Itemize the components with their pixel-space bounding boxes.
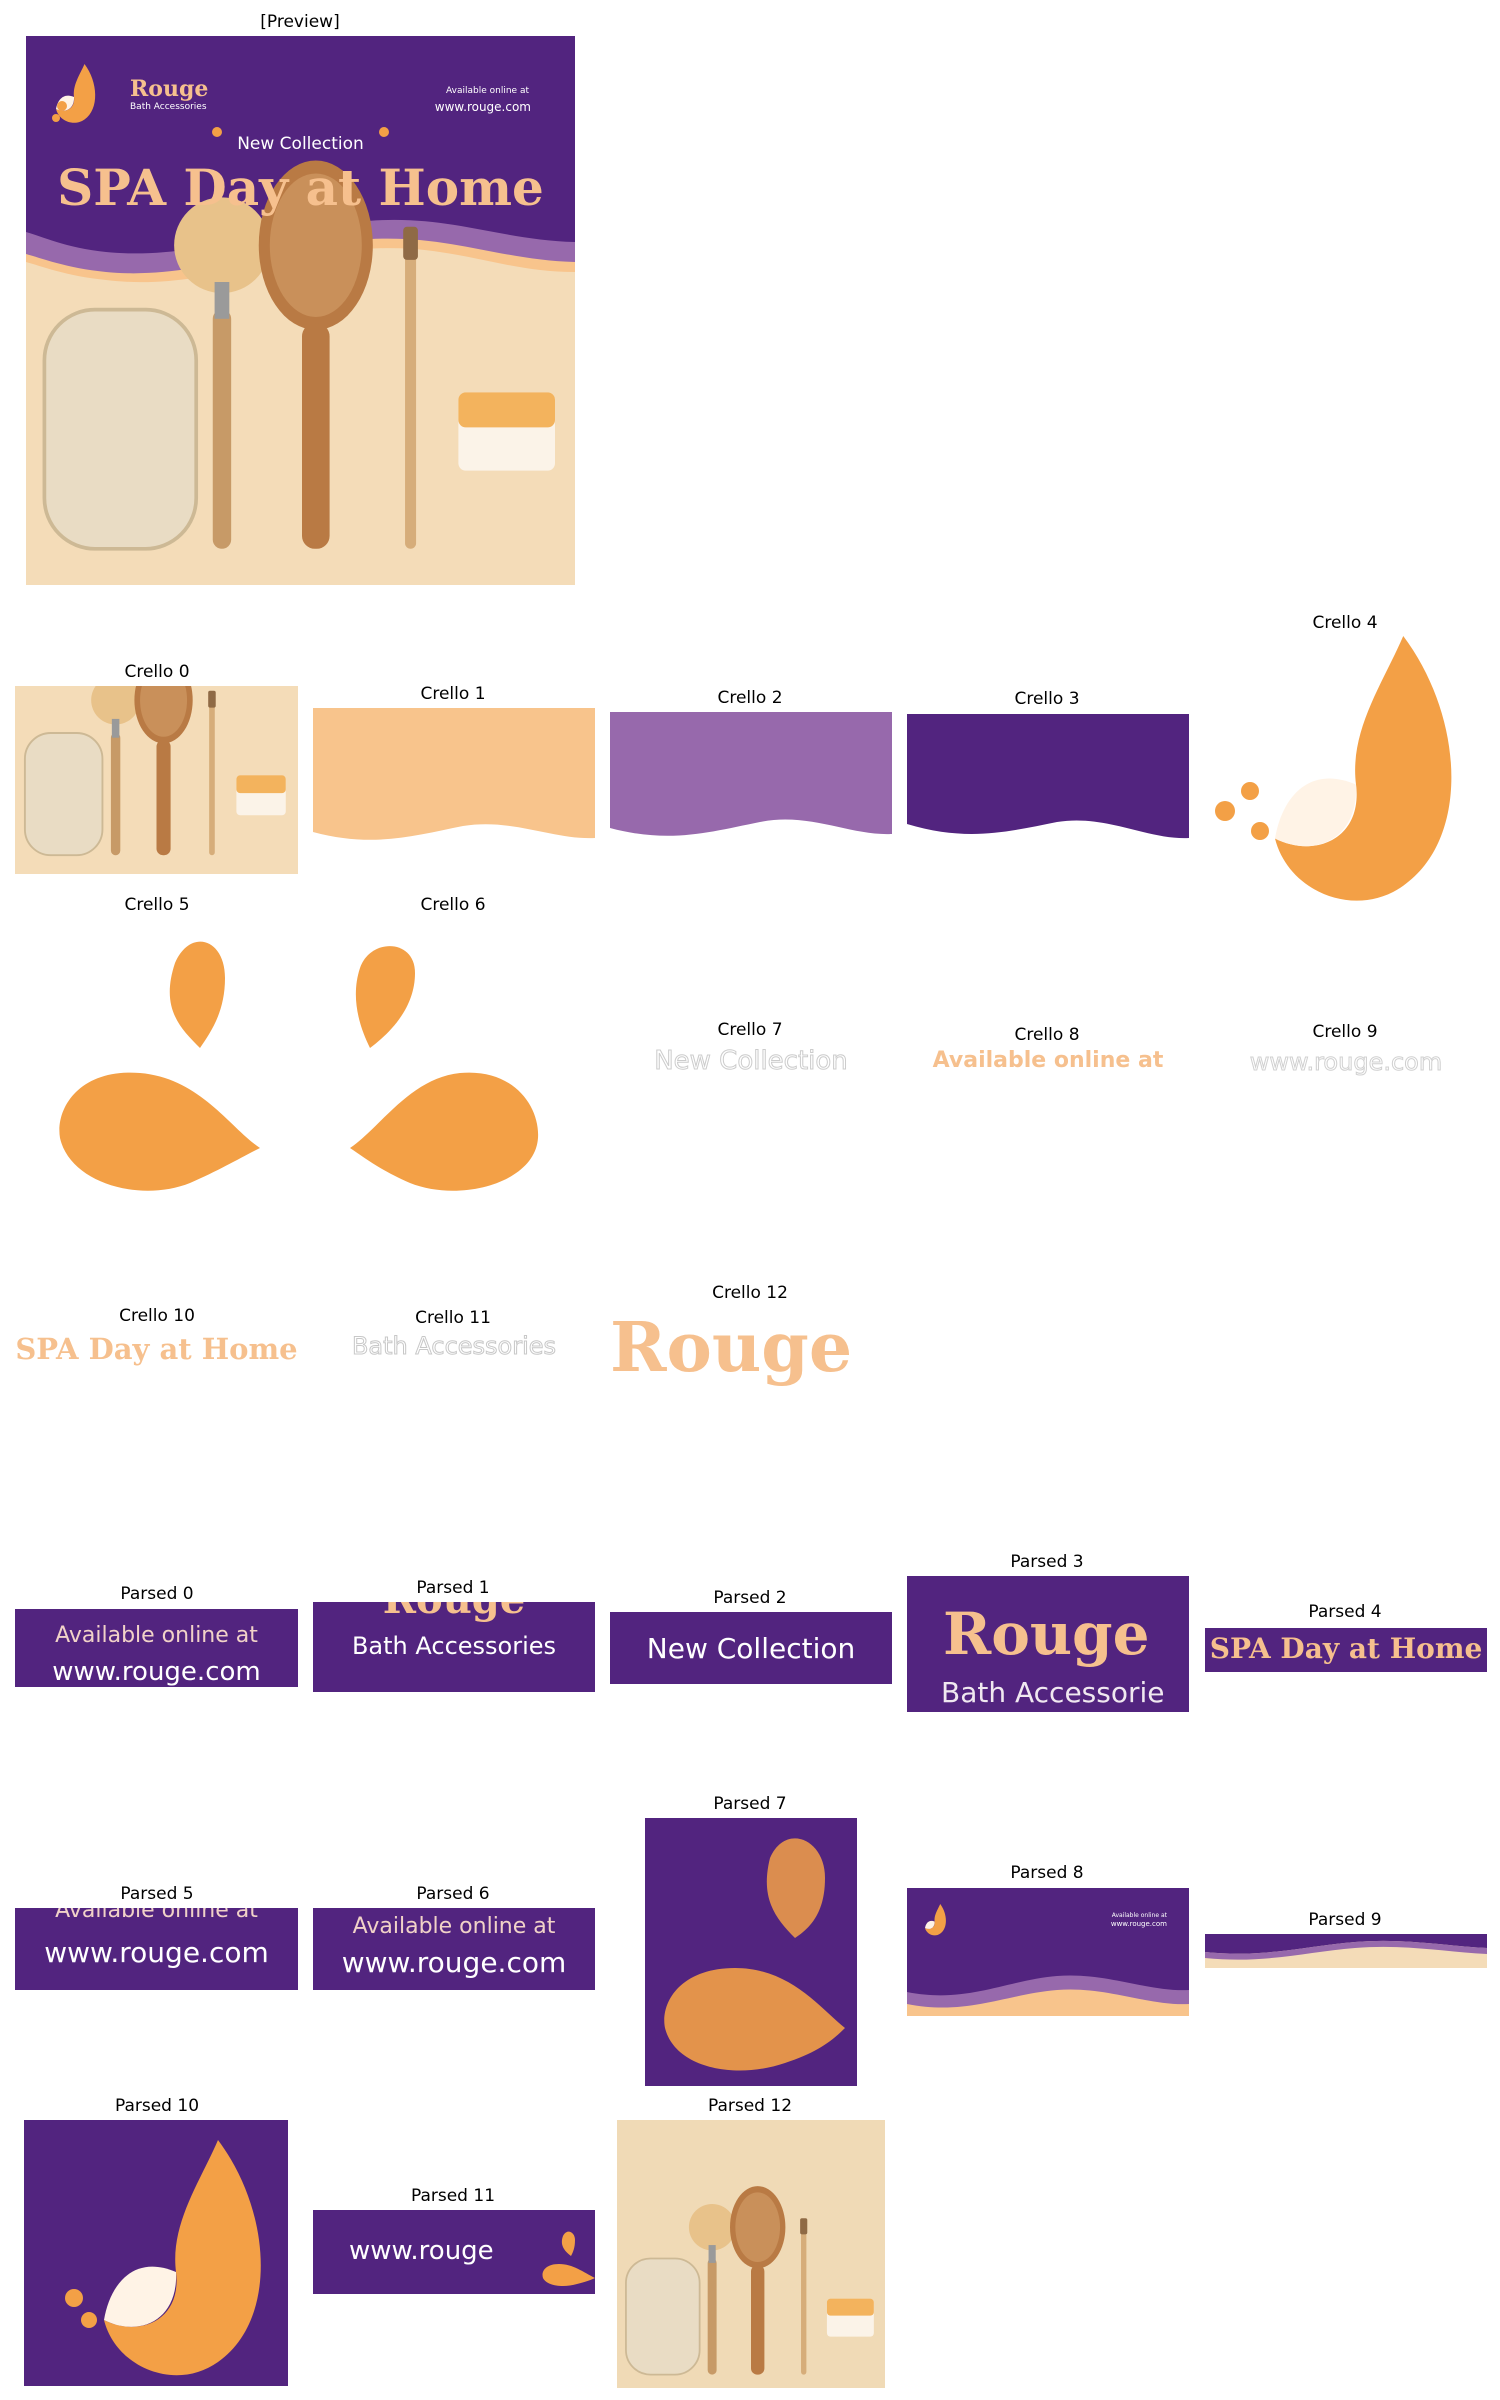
preview-brand-sub: Bath Accessories <box>130 102 207 112</box>
parsed-website-fragment: www.rouge <box>313 2210 595 2294</box>
crello-peach-wave <box>313 708 595 846</box>
crello-label: Crello 5 <box>124 895 190 915</box>
preview-available: Available online at <box>446 86 529 96</box>
crello-text-new-collection: New Collection <box>654 1046 849 1077</box>
crello-lavender-wave <box>610 712 892 842</box>
parsed-product-photo <box>617 2120 885 2388</box>
crello-product-photo <box>15 686 298 874</box>
parsed-label: Parsed 0 <box>120 1584 194 1604</box>
crello-label: Crello 0 <box>124 662 190 682</box>
parsed-website-b: Available online at www.rouge.com <box>313 1908 595 1990</box>
crello-text-headline: SPA Day at Home <box>15 1332 298 1366</box>
parsed-label: Parsed 10 <box>114 2096 200 2116</box>
parsed-brand-large: Rouge Bath Accessorie <box>907 1576 1189 1712</box>
crello-label: Crello 3 <box>1014 689 1080 709</box>
crello-label: Crello 10 <box>119 1306 195 1326</box>
crello-label: Crello 2 <box>717 688 783 708</box>
crello-logo-mark <box>1205 636 1485 916</box>
parsed-label: Parsed 6 <box>416 1884 490 1904</box>
crello-label: Crello 1 <box>420 684 486 704</box>
crello-label: Crello 8 <box>1014 1025 1080 1045</box>
parsed-headline: SPA Day at Home <box>1205 1628 1487 1672</box>
parsed-label: Parsed 3 <box>1010 1552 1084 1572</box>
crello-label: Crello 6 <box>420 895 486 915</box>
parsed-label: Parsed 9 <box>1308 1910 1382 1930</box>
parsed-label: Parsed 2 <box>713 1588 787 1608</box>
parsed-label: Parsed 12 <box>707 2096 793 2116</box>
crello-text-bath-accessories: Bath Accessories <box>351 1332 557 1361</box>
parsed-label: Parsed 1 <box>416 1578 490 1598</box>
parsed-label: Parsed 11 <box>410 2186 496 2206</box>
crello-label: Crello 4 <box>1312 613 1378 633</box>
parsed-brand: Rouge Bath Accessories <box>313 1602 595 1692</box>
preview-label: [Preview] <box>260 12 340 32</box>
crello-purple-wave <box>907 714 1189 842</box>
parsed-available-website: Available online at www.rouge.com <box>15 1609 298 1687</box>
parsed-new-collection: New Collection <box>610 1612 892 1684</box>
parsed-header-band: Available online at www.rouge.com <box>907 1888 1189 2016</box>
parsed-droplets <box>645 1818 857 2086</box>
parsed-label: Parsed 5 <box>120 1884 194 1904</box>
crello-text-available: Available online at <box>932 1048 1164 1073</box>
crello-label: Crello 9 <box>1312 1022 1378 1042</box>
crello-label: Crello 7 <box>717 1020 783 1040</box>
crello-text-website: www.rouge.com <box>1249 1048 1443 1077</box>
parsed-label: Parsed 7 <box>713 1794 787 1814</box>
crello-droplets-a <box>50 918 262 1208</box>
parsed-label: Parsed 8 <box>1010 1863 1084 1883</box>
crello-droplets-b <box>340 918 552 1208</box>
preview-headline: SPA Day at Home <box>57 158 544 217</box>
parsed-logo <box>24 2120 288 2386</box>
parsed-wave-strip <box>1205 1934 1487 1968</box>
parsed-label: Parsed 4 <box>1308 1602 1382 1622</box>
preview-brand-name: Rouge <box>130 76 209 102</box>
crello-label: Crello 11 <box>415 1308 491 1328</box>
preview-website: www.rouge.com <box>434 100 531 114</box>
preview-new-collection: New Collection <box>237 134 364 154</box>
crello-text-rouge: Rouge <box>610 1308 853 1388</box>
crello-label: Crello 12 <box>712 1283 788 1303</box>
parsed-website-a: Available online at www.rouge.com <box>15 1908 298 1990</box>
poster-background <box>26 36 575 585</box>
preview-poster: Rouge Bath Accessories Available online … <box>26 36 575 585</box>
